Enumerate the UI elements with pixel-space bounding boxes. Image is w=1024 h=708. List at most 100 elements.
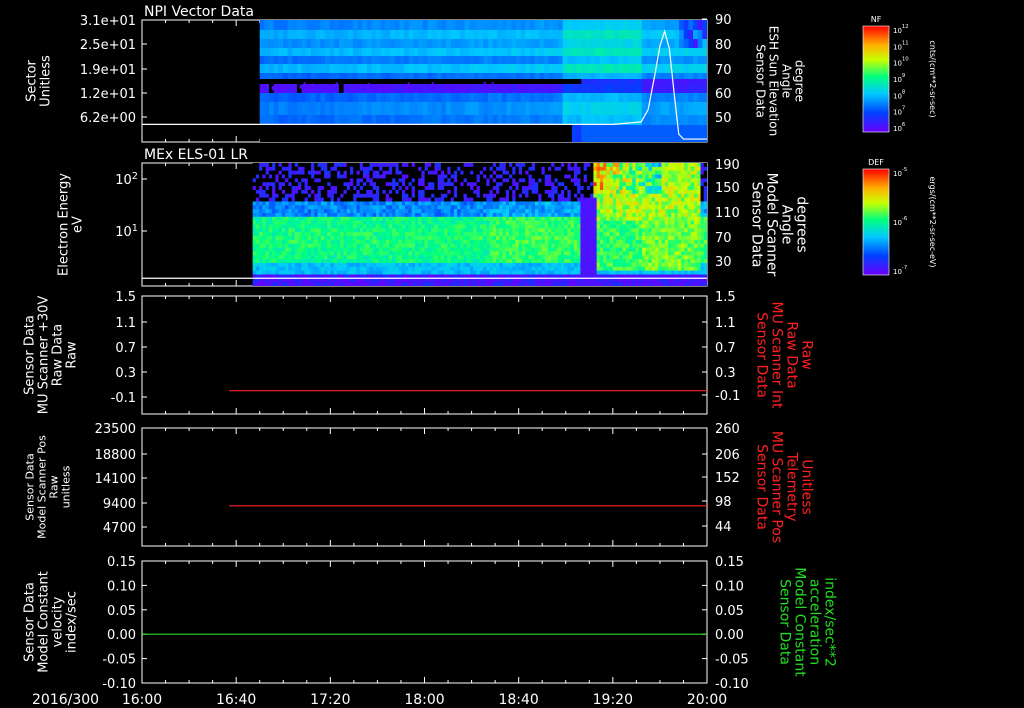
heatmap-cell — [307, 247, 312, 252]
heatmap-cell — [304, 178, 309, 183]
heatmap-cell — [324, 56, 331, 64]
heatmap-cell — [275, 228, 280, 233]
heatmap-cell — [525, 178, 530, 183]
heatmap-cell — [278, 73, 284, 79]
heatmap-cell — [570, 278, 575, 283]
heatmap-cell — [632, 125, 638, 142]
heatmap-cell — [315, 125, 321, 142]
heatmap-cell — [573, 266, 578, 272]
heatmap-cell — [379, 189, 383, 195]
heatmap-cell — [518, 228, 523, 233]
heatmap-cell — [539, 30, 545, 39]
right-axis-title-line: Model Scanner — [764, 173, 780, 277]
heatmap-cell — [538, 193, 542, 199]
heatmap-cell — [466, 247, 471, 252]
heatmap-cell — [359, 201, 364, 206]
heatmap-cell — [346, 216, 351, 222]
heatmap-cell — [479, 163, 484, 168]
heatmap-cell — [382, 278, 387, 283]
heatmap-cell — [473, 197, 478, 202]
heatmap-cell — [509, 220, 513, 225]
heatmap-cell — [541, 236, 546, 241]
heatmap-cell — [525, 216, 530, 222]
heatmap-cell — [353, 166, 357, 172]
heatmap-cell — [525, 48, 531, 56]
heatmap-cell — [388, 243, 393, 249]
heatmap-cell — [464, 79, 470, 84]
heatmap-cell — [424, 282, 429, 286]
heatmap-cell — [502, 163, 507, 168]
heatmap-cell — [460, 93, 466, 102]
heatmap-cell — [287, 115, 293, 125]
heatmap-cell — [473, 178, 478, 183]
heatmap-cell — [506, 102, 512, 115]
heatmap-cell — [581, 84, 587, 93]
y-tick-label-right: 44 — [715, 520, 732, 535]
heatmap-cell — [539, 93, 545, 102]
heatmap-cell — [359, 270, 364, 275]
heatmap-cell — [252, 255, 257, 260]
heatmap-cell — [469, 30, 475, 39]
heatmap-cell — [479, 197, 484, 202]
heatmap-cell — [697, 48, 703, 56]
heatmap-cell — [515, 102, 522, 115]
heatmap-cell — [421, 224, 426, 229]
heatmap-cell — [447, 197, 452, 202]
heatmap-cell — [421, 243, 426, 249]
heatmap-cell — [385, 224, 390, 229]
heatmap-cell — [554, 189, 559, 195]
heatmap-cell — [278, 209, 283, 214]
heatmap-cell — [609, 115, 615, 125]
heatmap-cell — [466, 278, 471, 283]
heatmap-cell — [353, 182, 357, 187]
heatmap-cell — [357, 30, 363, 39]
heatmap-cell — [473, 224, 478, 229]
heatmap-cell — [306, 30, 312, 39]
heatmap-cell — [522, 170, 526, 176]
heatmap-cell — [259, 39, 265, 48]
heatmap-cell — [327, 266, 332, 272]
heatmap-cell — [338, 79, 345, 84]
heatmap-cell — [655, 115, 661, 125]
heatmap-cell — [581, 20, 587, 30]
heatmap-cell — [379, 282, 383, 286]
heatmap-cell — [353, 209, 357, 214]
heatmap-cell — [340, 209, 345, 214]
heatmap-cell — [453, 282, 458, 286]
heatmap-cell — [646, 20, 652, 30]
heatmap-cell — [278, 216, 283, 222]
heatmap-cell — [573, 232, 578, 237]
heatmap-cell — [520, 79, 526, 84]
heatmap-cell — [702, 73, 707, 79]
time-tick-label: 18:00 — [404, 692, 444, 708]
heatmap-cell — [388, 193, 393, 199]
heatmap-cell — [466, 178, 471, 183]
heatmap-cell — [463, 278, 468, 283]
heatmap-cell — [327, 163, 332, 168]
heatmap-cell — [496, 236, 500, 241]
heatmap-cell — [272, 186, 276, 191]
heatmap-cell — [466, 201, 471, 206]
heatmap-cell — [348, 79, 354, 84]
heatmap-cell — [453, 266, 458, 272]
heatmap-cell — [554, 224, 559, 229]
heatmap-cell — [489, 220, 494, 225]
heatmap-cell — [372, 163, 377, 168]
heatmap-cell — [264, 102, 270, 115]
heatmap-cell — [580, 247, 585, 252]
heatmap-cell — [557, 166, 562, 172]
heatmap-cell — [301, 228, 306, 233]
heatmap-cell — [581, 115, 587, 125]
heatmap-cell — [557, 178, 562, 183]
heatmap-cell — [573, 228, 578, 233]
heatmap-cell — [395, 278, 400, 283]
heatmap-cell — [395, 178, 400, 183]
heatmap-cell — [273, 39, 279, 48]
heatmap-cell — [311, 216, 315, 222]
heatmap-cell — [369, 186, 374, 191]
heatmap-cell — [272, 193, 276, 199]
time-tick-label: 17:20 — [310, 692, 350, 708]
heatmap-cell — [590, 48, 596, 56]
heatmap-cell — [538, 266, 542, 272]
heatmap-cell — [509, 212, 513, 218]
